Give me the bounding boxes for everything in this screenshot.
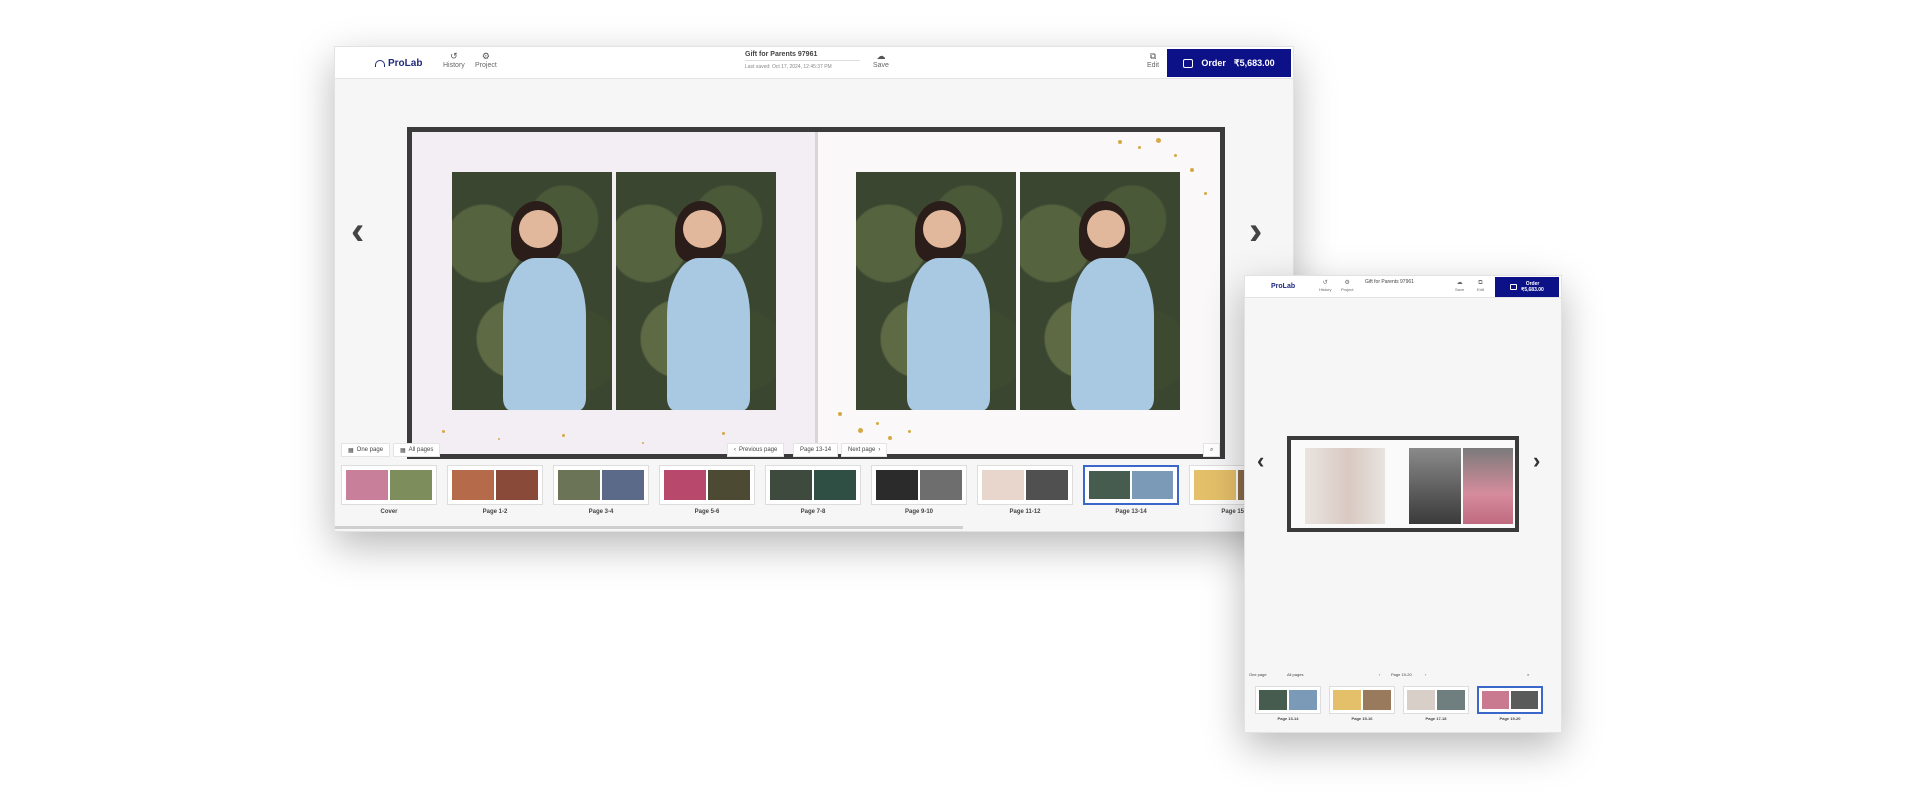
zoom-button[interactable]: ⌕	[1203, 443, 1221, 457]
thumbnail-page-9-10[interactable]: Page 9-10	[871, 465, 967, 515]
document-title[interactable]: Gift for Parents 97961	[745, 51, 860, 61]
photo-frame[interactable]	[1305, 448, 1385, 524]
photo-frame[interactable]	[452, 172, 612, 410]
grid-icon: ▦	[400, 447, 406, 454]
thumbnail-scrollbar[interactable]	[335, 526, 963, 529]
history-icon: ↺	[450, 51, 458, 61]
previous-page-button[interactable]: ‹ Previous page	[727, 443, 785, 457]
photo-frame[interactable]	[616, 172, 776, 410]
history-button[interactable]: ↺ History	[443, 51, 465, 69]
thumbnail-page-15-16[interactable]: Page 15-16	[1329, 686, 1395, 721]
shopping-bag-icon	[1510, 284, 1518, 290]
thumbnail-page-13-14[interactable]: Page 13-14	[1083, 465, 1179, 515]
thumbnail-page-3-4[interactable]: Page 3-4	[553, 465, 649, 515]
spread-viewer: ‹ ›	[335, 79, 1293, 459]
desktop-editor-window: ProLab ↺ History ⚙ Project Gift for Pare…	[334, 46, 1294, 532]
chevron-left-icon[interactable]: ‹	[1379, 672, 1380, 677]
edit-icon: ⧉	[1149, 51, 1157, 61]
photo-frame[interactable]	[1409, 448, 1461, 524]
thumbnail-page-1-2[interactable]: Page 1-2	[447, 465, 543, 515]
next-spread-arrow[interactable]: ›	[1249, 211, 1262, 251]
zoom-icon: ⌕	[1210, 446, 1214, 453]
save-button[interactable]: ☁ Save	[1455, 279, 1464, 292]
prolab-logo[interactable]: ProLab	[375, 58, 422, 69]
one-page-toggle[interactable]: ▦ One page	[341, 443, 391, 457]
mobile-editor-window: ProLab ↺ History ⚙ Project Gift for Pare…	[1244, 275, 1562, 733]
document-title-area[interactable]: Gift for Parents 97961 Last saved: Oct 1…	[745, 51, 865, 70]
thumbnail-page-7-8[interactable]: Page 7-8	[765, 465, 861, 515]
left-page[interactable]	[412, 132, 818, 454]
single-page-icon: ▦	[348, 447, 354, 454]
next-page-button[interactable]: Next page ›	[841, 443, 888, 457]
thumbnail-strip: Cover Page 1-2 Page 3-4 Page 5-6 Page 7-…	[335, 465, 1293, 529]
history-button[interactable]: ↺ History	[1319, 279, 1331, 292]
photo-book-spread[interactable]	[407, 127, 1225, 459]
all-pages-toggle[interactable]: ▦ All pages	[393, 443, 441, 457]
thumbnail-page-5-6[interactable]: Page 5-6	[659, 465, 755, 515]
last-saved-text: Last saved: Oct 17, 2024, 12:45:37 PM	[745, 64, 832, 70]
all-pages-toggle[interactable]: All pages	[1287, 672, 1303, 677]
prolab-logo[interactable]: ProLab	[1271, 283, 1295, 290]
chevron-right-icon[interactable]: ›	[1425, 672, 1426, 677]
gear-icon: ⚙	[481, 51, 490, 61]
photo-frame[interactable]	[1019, 172, 1180, 410]
zoom-icon[interactable]: ⌕	[1527, 672, 1529, 677]
page-toolbar: ▦ One page ▦ All pages ‹ Previous page P…	[335, 443, 1293, 459]
previous-spread-arrow[interactable]: ‹	[351, 211, 364, 251]
mobile-top-bar: ProLab ↺ History ⚙ Project Gift for Pare…	[1245, 276, 1561, 298]
edit-icon: ⧉	[1478, 280, 1483, 286]
document-title[interactable]: Gift for Parents 97961	[1365, 279, 1414, 285]
edit-button[interactable]: ⧉ Edit	[1147, 51, 1159, 69]
project-button[interactable]: ⚙ Project	[1341, 279, 1353, 292]
next-spread-arrow[interactable]: ›	[1533, 448, 1540, 474]
top-bar: ProLab ↺ History ⚙ Project Gift for Pare…	[335, 47, 1293, 79]
mobile-page-toolbar: One page All pages ‹ Page 19-20 › ⌕	[1245, 672, 1561, 682]
current-spread-indicator: Page 13-14	[793, 443, 839, 457]
logo-icon	[375, 60, 385, 67]
shopping-bag-icon	[1183, 58, 1194, 68]
previous-spread-arrow[interactable]: ‹	[1257, 448, 1264, 474]
one-page-toggle[interactable]: One page	[1249, 672, 1267, 677]
mobile-thumbnail-strip: Page 13-14 Page 15-16 Page 17-18 Page 19…	[1245, 686, 1561, 732]
thumbnail-page-17-18[interactable]: Page 17-18	[1403, 686, 1469, 721]
thumbnail-page-13-14[interactable]: Page 13-14	[1255, 686, 1321, 721]
thumbnail-page-19-20[interactable]: Page 19-20	[1477, 686, 1543, 721]
edit-button[interactable]: ⧉ Edit	[1477, 279, 1484, 292]
photo-frame[interactable]	[1463, 448, 1513, 524]
chevron-left-icon: ‹	[734, 447, 736, 453]
order-button[interactable]: Order ₹5,683.00	[1495, 277, 1559, 297]
history-icon: ↺	[1322, 280, 1328, 286]
project-button[interactable]: ⚙ Project	[475, 51, 497, 69]
cloud-save-icon: ☁	[1456, 280, 1463, 286]
gear-icon: ⚙	[1344, 280, 1350, 286]
thumbnail-cover[interactable]: Cover	[341, 465, 437, 515]
photo-book-spread[interactable]	[1287, 436, 1519, 532]
order-button[interactable]: Order ₹5,683.00	[1167, 49, 1291, 77]
right-page[interactable]	[817, 132, 1220, 454]
current-spread-indicator: Page 19-20	[1391, 672, 1412, 677]
photo-frame[interactable]	[855, 172, 1016, 410]
chevron-right-icon: ›	[878, 447, 881, 453]
save-button[interactable]: ☁ Save	[873, 51, 889, 69]
cloud-save-icon: ☁	[876, 51, 886, 61]
thumbnail-page-11-12[interactable]: Page 11-12	[977, 465, 1073, 515]
